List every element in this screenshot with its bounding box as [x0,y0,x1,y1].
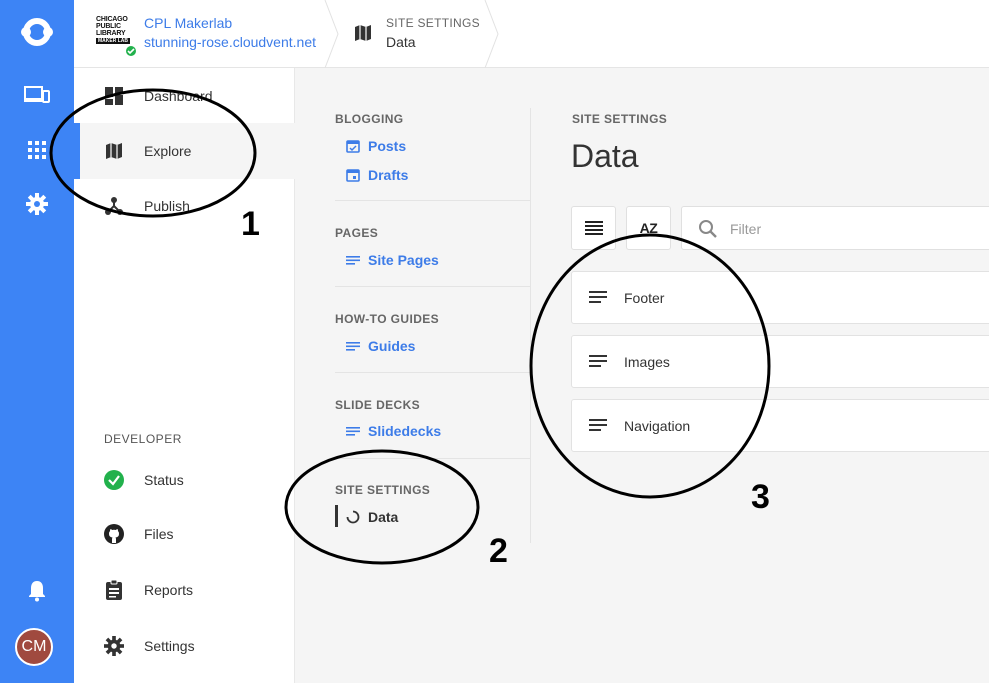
menu-group-heading: PAGES [335,226,379,240]
filter-field[interactable] [681,206,989,250]
menu-group-heading: SITE SETTINGS [335,483,431,497]
page-title: Data [571,138,639,174]
lines-icon [346,424,360,438]
menu-divider [335,458,531,459]
search-icon [698,219,718,244]
breadcrumb-label: SITE SETTINGS [386,16,480,30]
active-indicator [335,505,338,527]
lines-icon [589,354,607,373]
github-icon [104,524,124,544]
bell-icon[interactable] [0,578,74,604]
row-label: Images [624,354,670,370]
menu-group-heading: SLIDE DECKS [335,398,421,412]
menu-group-blogging: BLOGGING Posts Drafts [335,112,531,183]
gear-icon [104,636,124,656]
annotation-ellipse-2 [284,449,480,565]
list-view-button[interactable] [571,206,616,250]
data-row-footer[interactable]: Footer [571,271,989,324]
site-name-link[interactable]: CPL Makerlab [144,15,232,31]
gear-icon[interactable] [0,192,74,216]
dashboard-icon [104,86,124,106]
nav-item-files[interactable]: Files [74,506,295,562]
breadcrumb-current[interactable]: Data [386,34,416,50]
nav-item-reports[interactable]: Reports [74,562,295,618]
sort-button[interactable]: AZ [626,206,671,250]
left-rail: CM [0,0,74,683]
map-icon [354,24,372,47]
apps-grid-icon[interactable] [0,138,74,162]
menu-group-pages: PAGES Site Pages [335,226,531,268]
top-bar: CHICAGO PUBLIC LIBRARY MAKER LAB CPL Mak… [74,0,989,68]
filter-input[interactable] [730,217,970,241]
nav-item-label: Status [144,472,184,488]
nav-item-label: Reports [144,582,194,598]
status-check-icon [104,470,124,490]
data-row-images[interactable]: Images [571,335,989,388]
nav-item-dashboard[interactable]: Dashboard [74,68,295,124]
annotation-number-3: 3 [751,478,770,516]
map-icon [104,141,124,161]
calendar-check-icon [346,139,360,153]
nav-item-status[interactable]: Status [74,452,295,508]
nav-section-developer: DEVELOPER [104,432,182,446]
loading-spinner-icon [346,510,360,524]
menu-group-heading: HOW-TO GUIDES [335,312,440,326]
menu-group-site-settings: SITE SETTINGS Data [335,483,531,527]
sort-alpha-icon: AZ [639,220,658,236]
breadcrumb-separator [324,0,339,68]
menu-group-slide-decks: SLIDE DECKS Slidedecks [335,398,531,439]
nav-item-label: Dashboard [144,88,213,104]
menu-divider [335,372,531,373]
row-label: Footer [624,290,665,306]
devices-icon[interactable] [0,82,74,108]
menu-divider [335,200,531,201]
logo-icon[interactable] [0,14,74,50]
data-row-navigation[interactable]: Navigation [571,399,989,452]
nav-item-publish[interactable]: Publish [74,178,295,234]
lines-icon [589,418,607,437]
nav-item-label: Files [144,526,174,542]
publish-icon [104,196,124,216]
primary-nav: Dashboard Explore Publish DEVELOPER Stat… [74,68,295,683]
annotation-number-1: 1 [241,205,260,243]
column-divider [530,108,531,543]
nav-item-settings[interactable]: Settings [74,618,295,674]
row-label: Navigation [624,418,691,434]
annotation-number-2: 2 [489,532,508,570]
nav-item-label: Settings [144,638,195,654]
avatar[interactable]: CM [15,628,53,666]
menu-group-heading: BLOGGING [335,112,404,126]
clipboard-icon [104,580,124,600]
nav-item-explore[interactable]: Explore [74,123,295,179]
calendar-icon [346,168,360,182]
site-url-link[interactable]: stunning-rose.cloudvent.net [144,34,316,50]
lines-icon [346,339,360,353]
lines-icon [346,253,360,267]
nav-item-label: Publish [144,198,190,214]
site-status-badge [124,44,138,58]
menu-divider [335,286,531,287]
lines-icon [589,290,607,309]
nav-item-label: Explore [144,143,192,159]
main-section-label: SITE SETTINGS [572,112,668,126]
breadcrumb-separator [484,0,499,68]
menu-group-guides: HOW-TO GUIDES Guides [335,312,531,354]
list-icon [584,221,603,235]
